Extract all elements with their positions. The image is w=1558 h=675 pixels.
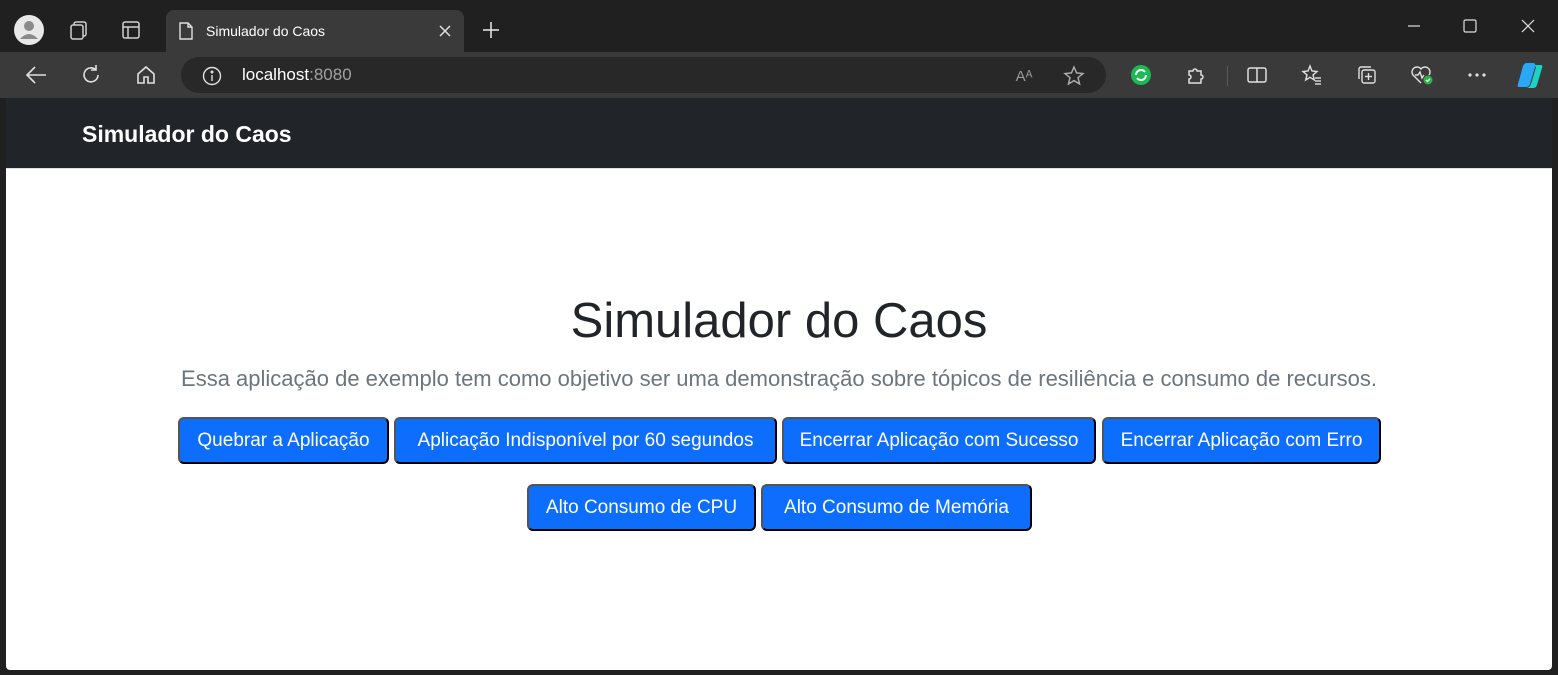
high-memory-button[interactable]: Alto Consumo de Memória xyxy=(761,484,1032,531)
favorites-icon[interactable] xyxy=(1293,56,1331,94)
more-icon[interactable] xyxy=(1458,56,1496,94)
copilot-icon[interactable] xyxy=(1511,56,1549,94)
back-icon[interactable] xyxy=(17,56,55,94)
tab-title: Simulador do Caos xyxy=(206,23,326,39)
home-icon[interactable] xyxy=(127,56,165,94)
read-aloud-icon[interactable]: Aᴬ xyxy=(1011,63,1037,89)
plus-icon[interactable] xyxy=(471,10,511,50)
split-screen-icon[interactable] xyxy=(1238,56,1276,94)
maximize-icon[interactable] xyxy=(1442,0,1498,52)
minimize-icon[interactable] xyxy=(1386,0,1442,52)
collections-icon[interactable] xyxy=(1348,56,1386,94)
close-icon[interactable] xyxy=(434,20,456,42)
exit-error-button[interactable]: Encerrar Aplicação com Erro xyxy=(1102,417,1381,464)
profile-icon[interactable] xyxy=(9,10,49,50)
page-description: Essa aplicação de exemplo tem como objet… xyxy=(181,366,1377,391)
break-app-button[interactable]: Quebrar a Aplicação xyxy=(178,417,389,464)
tab-actions-icon[interactable] xyxy=(111,10,151,50)
browser-titlebar: Simulador do Caos xyxy=(0,0,1558,52)
high-cpu-button[interactable]: Alto Consumo de CPU xyxy=(527,484,756,531)
health-icon[interactable] xyxy=(1403,56,1441,94)
url-text[interactable]: localhost:8080 xyxy=(242,65,352,85)
exit-success-button[interactable]: Encerrar Aplicação com Sucesso xyxy=(782,417,1096,464)
browser-toolbar: localhost:8080 Aᴬ xyxy=(0,52,1558,98)
workspaces-icon[interactable] xyxy=(59,10,99,50)
web-viewport: Simulador do Caos Simulador do Caos Essa… xyxy=(6,98,1552,670)
active-tab[interactable]: Simulador do Caos xyxy=(166,10,464,52)
address-bar[interactable]: localhost:8080 Aᴬ xyxy=(181,57,1106,93)
reload-icon[interactable] xyxy=(72,56,110,94)
window-close-icon[interactable] xyxy=(1500,0,1556,52)
puzzle-icon[interactable] xyxy=(1177,56,1215,94)
window-frame-right xyxy=(1552,98,1558,675)
navbar-brand[interactable]: Simulador do Caos xyxy=(82,121,292,148)
page-icon xyxy=(176,21,196,41)
url-host: localhost xyxy=(242,65,310,84)
star-icon[interactable] xyxy=(1060,63,1088,89)
unavailable-60s-button[interactable]: Aplicação Indisponível por 60 segundos xyxy=(394,417,777,464)
url-port: :8080 xyxy=(309,65,352,84)
extension-icon[interactable] xyxy=(1122,56,1160,94)
toolbar-divider xyxy=(1227,66,1228,86)
info-icon[interactable] xyxy=(201,65,223,87)
navbar: Simulador do Caos xyxy=(6,98,1552,169)
page-title: Simulador do Caos xyxy=(570,294,988,348)
